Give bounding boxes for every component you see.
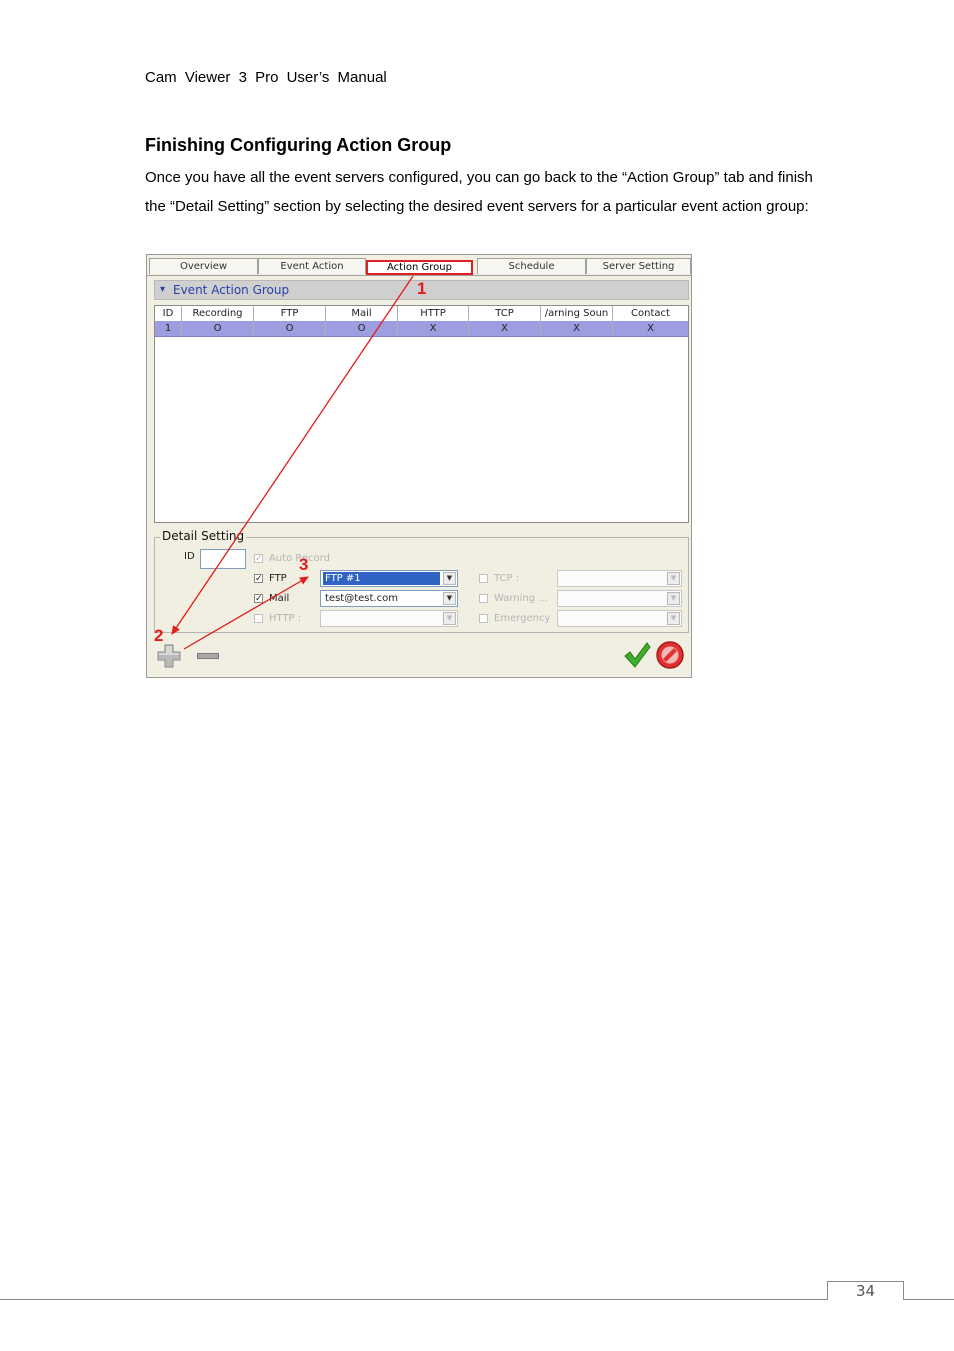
- table-cell: O: [254, 321, 326, 336]
- minus-icon[interactable]: [197, 653, 219, 659]
- section-title: Finishing Configuring Action Group: [145, 135, 452, 155]
- tab-schedule[interactable]: Schedule: [477, 258, 586, 274]
- mail-select[interactable]: test@test.com ▼: [320, 590, 458, 607]
- ftp-checkbox[interactable]: ✓: [254, 574, 263, 584]
- mail-label: Mail: [269, 593, 290, 604]
- checkmark-icon[interactable]: [622, 640, 652, 670]
- tab-event-action[interactable]: Event Action: [258, 258, 366, 274]
- tcp-checkbox[interactable]: [479, 574, 488, 583]
- tab-bar: Overview Event Action Action Group Sched…: [147, 258, 691, 275]
- emergency-label: Emergency: [494, 613, 551, 624]
- emergency-select[interactable]: ▼: [557, 610, 682, 627]
- column-header-tcp[interactable]: TCP: [469, 306, 541, 321]
- warning-checkbox[interactable]: [479, 594, 488, 603]
- chevron-down-icon[interactable]: ▼: [443, 572, 456, 585]
- table-cell: X: [647, 323, 654, 334]
- auto-record-checkbox[interactable]: ✓: [254, 554, 263, 564]
- table-row[interactable]: 1 O O O X X X X: [155, 321, 688, 337]
- table-cell: X: [469, 321, 541, 336]
- table-header: ID Recording FTP Mail HTTP TCP /arning S…: [155, 306, 688, 322]
- tab-divider: [147, 275, 691, 276]
- http-select[interactable]: ▼: [320, 610, 458, 627]
- http-label: HTTP :: [269, 613, 302, 624]
- warning-label: Warning ...: [494, 593, 548, 604]
- action-group-screenshot: Overview Event Action Action Group Sched…: [146, 254, 692, 678]
- tcp-select[interactable]: ▼: [557, 570, 682, 587]
- column-header-warning-sound[interactable]: /arning Soun: [541, 306, 613, 321]
- page-number: 34: [827, 1281, 904, 1300]
- mail-select-value: test@test.com: [325, 593, 398, 604]
- chevron-down-icon[interactable]: ▼: [443, 592, 456, 605]
- event-action-group-table: ID Recording FTP Mail HTTP TCP /arning S…: [154, 305, 689, 523]
- column-header-http[interactable]: HTTP: [398, 306, 469, 321]
- table-cell: X: [541, 321, 613, 336]
- column-header-mail[interactable]: Mail: [326, 306, 398, 321]
- table-cell: O: [182, 321, 254, 336]
- warning-select[interactable]: ▼: [557, 590, 682, 607]
- chevron-down-icon[interactable]: ▼: [443, 612, 456, 625]
- detail-setting-group: Detail Setting ID ✓ Auto Record ✓ FTP FT…: [154, 529, 689, 633]
- ftp-select-value: FTP #1: [323, 572, 440, 585]
- column-header-contact[interactable]: Contact: [613, 306, 688, 321]
- callout-2: 2: [154, 626, 164, 645]
- footer-rule: [0, 1299, 954, 1300]
- chevron-down-icon[interactable]: ▼: [667, 572, 680, 585]
- table-cell: X: [398, 321, 469, 336]
- collapse-icon[interactable]: ▾: [160, 284, 165, 295]
- tab-server-setting[interactable]: Server Setting: [586, 258, 691, 274]
- id-field[interactable]: [200, 549, 246, 569]
- detail-setting-legend: Detail Setting: [160, 529, 247, 543]
- callout-1: 1: [417, 279, 427, 298]
- column-header-id[interactable]: ID: [155, 306, 182, 321]
- mail-checkbox[interactable]: ✓: [254, 594, 263, 604]
- no-entry-icon[interactable]: [655, 640, 685, 670]
- chevron-down-icon[interactable]: ▼: [667, 592, 680, 605]
- column-header-ftp[interactable]: FTP: [254, 306, 326, 321]
- tcp-label: TCP :: [494, 573, 520, 584]
- event-action-group-title: Event Action Group: [173, 283, 290, 297]
- document-header: Cam Viewer 3 Pro User’s Manual: [145, 69, 387, 86]
- plus-icon[interactable]: [156, 643, 182, 669]
- id-label: ID: [184, 551, 195, 562]
- ftp-select[interactable]: FTP #1 ▼: [320, 570, 458, 587]
- tab-overview[interactable]: Overview: [149, 258, 258, 274]
- callout-3: 3: [299, 555, 309, 574]
- column-header-recording[interactable]: Recording: [182, 306, 254, 321]
- instruction-paragraph: Once you have all the event servers conf…: [145, 169, 813, 215]
- http-checkbox[interactable]: [254, 614, 263, 623]
- emergency-checkbox[interactable]: [479, 614, 488, 623]
- tab-action-group[interactable]: Action Group: [366, 260, 473, 275]
- chevron-down-icon[interactable]: ▼: [667, 612, 680, 625]
- ftp-label: FTP: [269, 573, 287, 584]
- table-cell: O: [326, 321, 398, 336]
- table-cell: 1: [155, 321, 182, 336]
